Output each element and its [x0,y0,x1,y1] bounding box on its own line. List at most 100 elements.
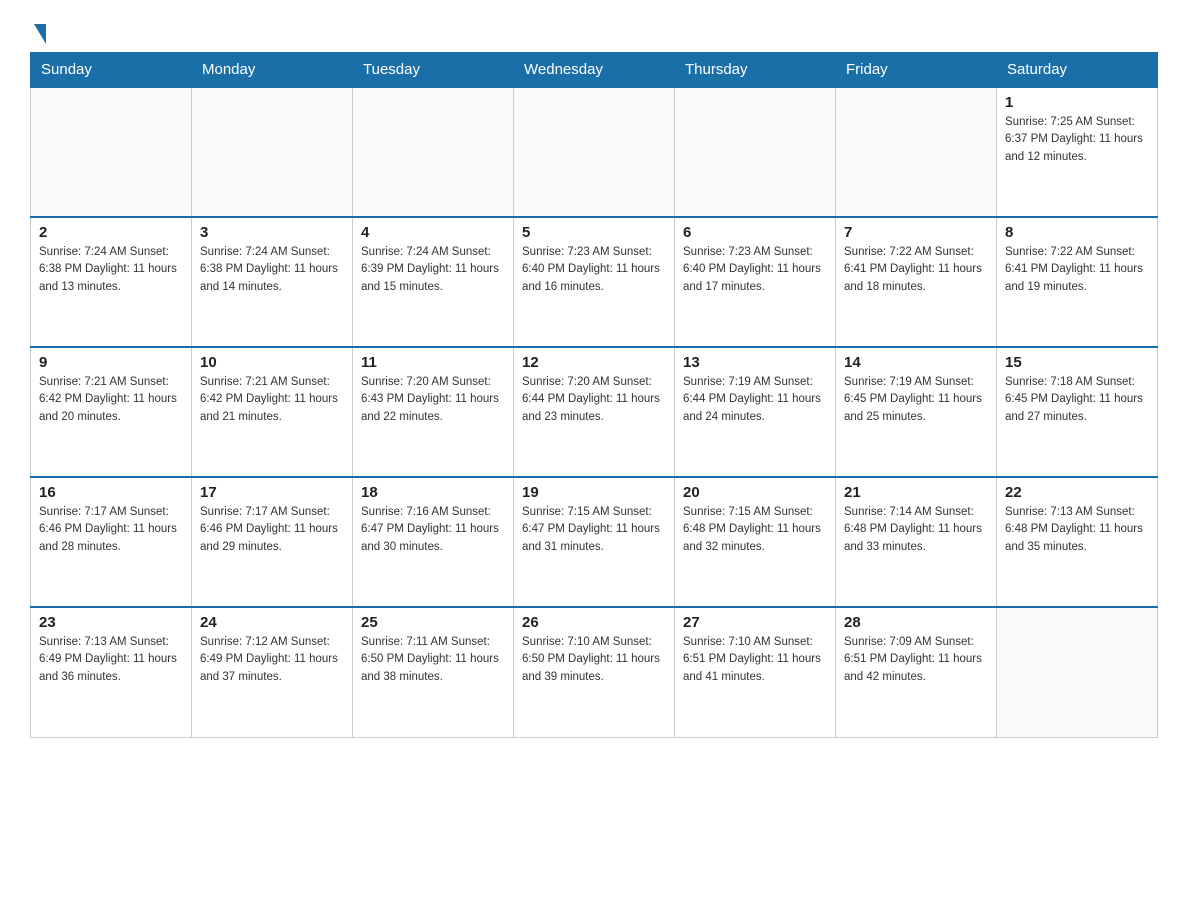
calendar-cell: 18 Sunrise: 7:16 AM Sunset: 6:47 PM Dayli… [353,477,514,607]
day-info: Sunrise: 7:10 AM Sunset: 6:50 PM Dayligh… [522,634,666,686]
day-number: 15 [1005,354,1149,371]
calendar-cell: 10 Sunrise: 7:21 AM Sunset: 6:42 PM Dayli… [192,347,353,477]
day-number: 11 [361,354,505,371]
day-info: Sunrise: 7:22 AM Sunset: 6:41 PM Dayligh… [1005,244,1149,296]
calendar-cell [353,87,514,217]
calendar-cell: 11 Sunrise: 7:20 AM Sunset: 6:43 PM Dayli… [353,347,514,477]
day-info: Sunrise: 7:23 AM Sunset: 6:40 PM Dayligh… [522,244,666,296]
day-number: 22 [1005,484,1149,501]
calendar-cell: 26 Sunrise: 7:10 AM Sunset: 6:50 PM Dayli… [514,607,675,737]
day-info: Sunrise: 7:15 AM Sunset: 6:48 PM Dayligh… [683,504,827,556]
calendar-cell: 25 Sunrise: 7:11 AM Sunset: 6:50 PM Dayli… [353,607,514,737]
day-info: Sunrise: 7:16 AM Sunset: 6:47 PM Dayligh… [361,504,505,556]
day-number: 25 [361,614,505,631]
calendar-cell [514,87,675,217]
day-info: Sunrise: 7:15 AM Sunset: 6:47 PM Dayligh… [522,504,666,556]
calendar-header-monday: Monday [192,53,353,88]
day-info: Sunrise: 7:20 AM Sunset: 6:44 PM Dayligh… [522,374,666,426]
calendar-cell [192,87,353,217]
day-number: 21 [844,484,988,501]
day-info: Sunrise: 7:13 AM Sunset: 6:48 PM Dayligh… [1005,504,1149,556]
calendar-header-thursday: Thursday [675,53,836,88]
day-number: 5 [522,224,666,241]
calendar-cell: 24 Sunrise: 7:12 AM Sunset: 6:49 PM Dayli… [192,607,353,737]
calendar-header-wednesday: Wednesday [514,53,675,88]
day-info: Sunrise: 7:24 AM Sunset: 6:38 PM Dayligh… [39,244,183,296]
day-info: Sunrise: 7:10 AM Sunset: 6:51 PM Dayligh… [683,634,827,686]
calendar-header-friday: Friday [836,53,997,88]
calendar-cell: 3 Sunrise: 7:24 AM Sunset: 6:38 PM Daylig… [192,217,353,347]
day-number: 19 [522,484,666,501]
day-info: Sunrise: 7:13 AM Sunset: 6:49 PM Dayligh… [39,634,183,686]
calendar-header-saturday: Saturday [997,53,1158,88]
day-number: 12 [522,354,666,371]
calendar-cell: 12 Sunrise: 7:20 AM Sunset: 6:44 PM Dayli… [514,347,675,477]
calendar-cell [836,87,997,217]
logo-arrow-icon [34,24,46,44]
day-info: Sunrise: 7:17 AM Sunset: 6:46 PM Dayligh… [39,504,183,556]
day-number: 10 [200,354,344,371]
calendar-cell: 16 Sunrise: 7:17 AM Sunset: 6:46 PM Dayli… [31,477,192,607]
calendar-cell [997,607,1158,737]
day-number: 1 [1005,94,1149,111]
page-header [30,20,1158,42]
logo [30,20,46,42]
day-number: 26 [522,614,666,631]
calendar-table: SundayMondayTuesdayWednesdayThursdayFrid… [30,52,1158,738]
day-info: Sunrise: 7:24 AM Sunset: 6:39 PM Dayligh… [361,244,505,296]
day-number: 20 [683,484,827,501]
calendar-cell: 28 Sunrise: 7:09 AM Sunset: 6:51 PM Dayli… [836,607,997,737]
calendar-header-row: SundayMondayTuesdayWednesdayThursdayFrid… [31,53,1158,88]
day-number: 23 [39,614,183,631]
day-info: Sunrise: 7:19 AM Sunset: 6:44 PM Dayligh… [683,374,827,426]
day-number: 2 [39,224,183,241]
day-number: 14 [844,354,988,371]
calendar-week-row: 23 Sunrise: 7:13 AM Sunset: 6:49 PM Dayli… [31,607,1158,737]
calendar-cell: 21 Sunrise: 7:14 AM Sunset: 6:48 PM Dayli… [836,477,997,607]
day-number: 4 [361,224,505,241]
calendar-cell: 17Sunrise: 7:17 AM Sunset: 6:46 PM Dayli… [192,477,353,607]
day-number: 8 [1005,224,1149,241]
day-number: 18 [361,484,505,501]
calendar-cell [675,87,836,217]
day-number: 16 [39,484,183,501]
day-number: 24 [200,614,344,631]
calendar-cell: 13 Sunrise: 7:19 AM Sunset: 6:44 PM Dayli… [675,347,836,477]
day-number: 27 [683,614,827,631]
calendar-cell: 1 Sunrise: 7:25 AM Sunset: 6:37 PM Daylig… [997,87,1158,217]
day-number: 28 [844,614,988,631]
calendar-cell: 20 Sunrise: 7:15 AM Sunset: 6:48 PM Dayli… [675,477,836,607]
calendar-cell: 2 Sunrise: 7:24 AM Sunset: 6:38 PM Daylig… [31,217,192,347]
calendar-cell: 19 Sunrise: 7:15 AM Sunset: 6:47 PM Dayli… [514,477,675,607]
calendar-cell: 15Sunrise: 7:18 AM Sunset: 6:45 PM Dayli… [997,347,1158,477]
day-info: Sunrise: 7:21 AM Sunset: 6:42 PM Dayligh… [200,374,344,426]
calendar-cell: 5 Sunrise: 7:23 AM Sunset: 6:40 PM Daylig… [514,217,675,347]
calendar-week-row: 9 Sunrise: 7:21 AM Sunset: 6:42 PM Daylig… [31,347,1158,477]
calendar-header-sunday: Sunday [31,53,192,88]
day-info: Sunrise: 7:12 AM Sunset: 6:49 PM Dayligh… [200,634,344,686]
day-number: 9 [39,354,183,371]
day-info: Sunrise: 7:22 AM Sunset: 6:41 PM Dayligh… [844,244,988,296]
day-info: Sunrise: 7:11 AM Sunset: 6:50 PM Dayligh… [361,634,505,686]
calendar-cell [31,87,192,217]
calendar-cell: 9Sunrise: 7:21 AM Sunset: 6:42 PM Daylig… [31,347,192,477]
calendar-cell: 22 Sunrise: 7:13 AM Sunset: 6:48 PM Dayli… [997,477,1158,607]
day-info: Sunrise: 7:14 AM Sunset: 6:48 PM Dayligh… [844,504,988,556]
calendar-header-tuesday: Tuesday [353,53,514,88]
day-info: Sunrise: 7:09 AM Sunset: 6:51 PM Dayligh… [844,634,988,686]
day-info: Sunrise: 7:19 AM Sunset: 6:45 PM Dayligh… [844,374,988,426]
day-info: Sunrise: 7:24 AM Sunset: 6:38 PM Dayligh… [200,244,344,296]
calendar-cell: 23 Sunrise: 7:13 AM Sunset: 6:49 PM Dayli… [31,607,192,737]
calendar-cell: 14 Sunrise: 7:19 AM Sunset: 6:45 PM Dayli… [836,347,997,477]
day-info: Sunrise: 7:23 AM Sunset: 6:40 PM Dayligh… [683,244,827,296]
day-info: Sunrise: 7:25 AM Sunset: 6:37 PM Dayligh… [1005,114,1149,166]
day-info: Sunrise: 7:17 AM Sunset: 6:46 PM Dayligh… [200,504,344,556]
calendar-cell: 27 Sunrise: 7:10 AM Sunset: 6:51 PM Dayli… [675,607,836,737]
calendar-week-row: 16 Sunrise: 7:17 AM Sunset: 6:46 PM Dayli… [31,477,1158,607]
day-number: 13 [683,354,827,371]
calendar-cell: 6Sunrise: 7:23 AM Sunset: 6:40 PM Daylig… [675,217,836,347]
calendar-week-row: 1 Sunrise: 7:25 AM Sunset: 6:37 PM Daylig… [31,87,1158,217]
calendar-cell: 8 Sunrise: 7:22 AM Sunset: 6:41 PM Daylig… [997,217,1158,347]
day-info: Sunrise: 7:20 AM Sunset: 6:43 PM Dayligh… [361,374,505,426]
day-number: 3 [200,224,344,241]
